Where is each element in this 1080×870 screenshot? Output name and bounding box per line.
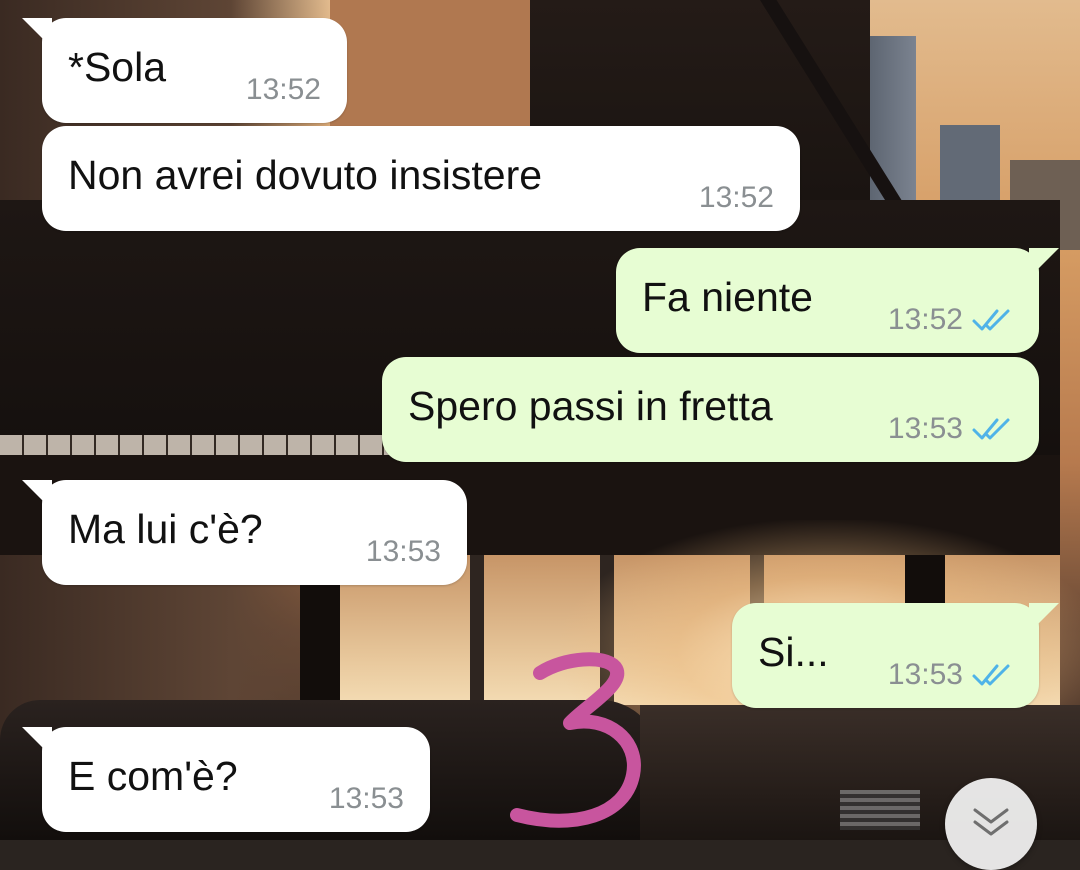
double-check-icon <box>972 664 1010 686</box>
message-text: *Sola <box>68 44 167 90</box>
message-meta: 13:52 <box>699 181 774 215</box>
message-time: 13:53 <box>887 412 963 445</box>
message-meta: 13:53 <box>888 412 1013 446</box>
message-time: 13:53 <box>365 535 441 568</box>
incoming-message[interactable]: Non avrei dovuto insistere 13:52 <box>42 126 800 231</box>
message-time: 13:52 <box>698 181 774 214</box>
double-check-icon <box>972 309 1010 331</box>
incoming-message[interactable]: Ma lui c'è? 13:53 <box>22 480 467 585</box>
message-text: Si... <box>758 629 829 675</box>
handdrawn-number-annotation: 3 <box>510 652 641 828</box>
incoming-message[interactable]: *Sola 13:52 <box>22 18 347 123</box>
message-time: 13:53 <box>887 658 963 691</box>
message-meta: 13:53 <box>366 535 441 569</box>
message-meta: 13:53 <box>888 658 1013 692</box>
incoming-message[interactable]: E com'è? 13:53 <box>22 727 430 832</box>
message-text: Non avrei dovuto insistere <box>68 152 543 198</box>
message-text: E com'è? <box>68 753 238 799</box>
outgoing-message[interactable]: Si... 13:53 <box>732 603 1059 708</box>
message-meta: 13:52 <box>246 73 321 107</box>
message-time: 13:52 <box>245 73 321 106</box>
message-time: 13:53 <box>328 782 404 815</box>
message-text: Fa niente <box>642 274 813 320</box>
message-text: Ma lui c'è? <box>68 506 263 552</box>
double-check-icon <box>972 418 1010 440</box>
outgoing-message[interactable]: Fa niente 13:52 <box>616 248 1059 353</box>
message-text: Spero passi in fretta <box>408 383 773 429</box>
message-meta: 13:53 <box>329 782 404 816</box>
scroll-to-bottom-button[interactable] <box>945 778 1037 870</box>
message-meta: 13:52 <box>888 303 1013 337</box>
message-time: 13:52 <box>887 303 963 336</box>
chevrons-down-icon <box>973 808 1009 836</box>
outgoing-message[interactable]: Spero passi in fretta 13:53 <box>382 357 1039 462</box>
